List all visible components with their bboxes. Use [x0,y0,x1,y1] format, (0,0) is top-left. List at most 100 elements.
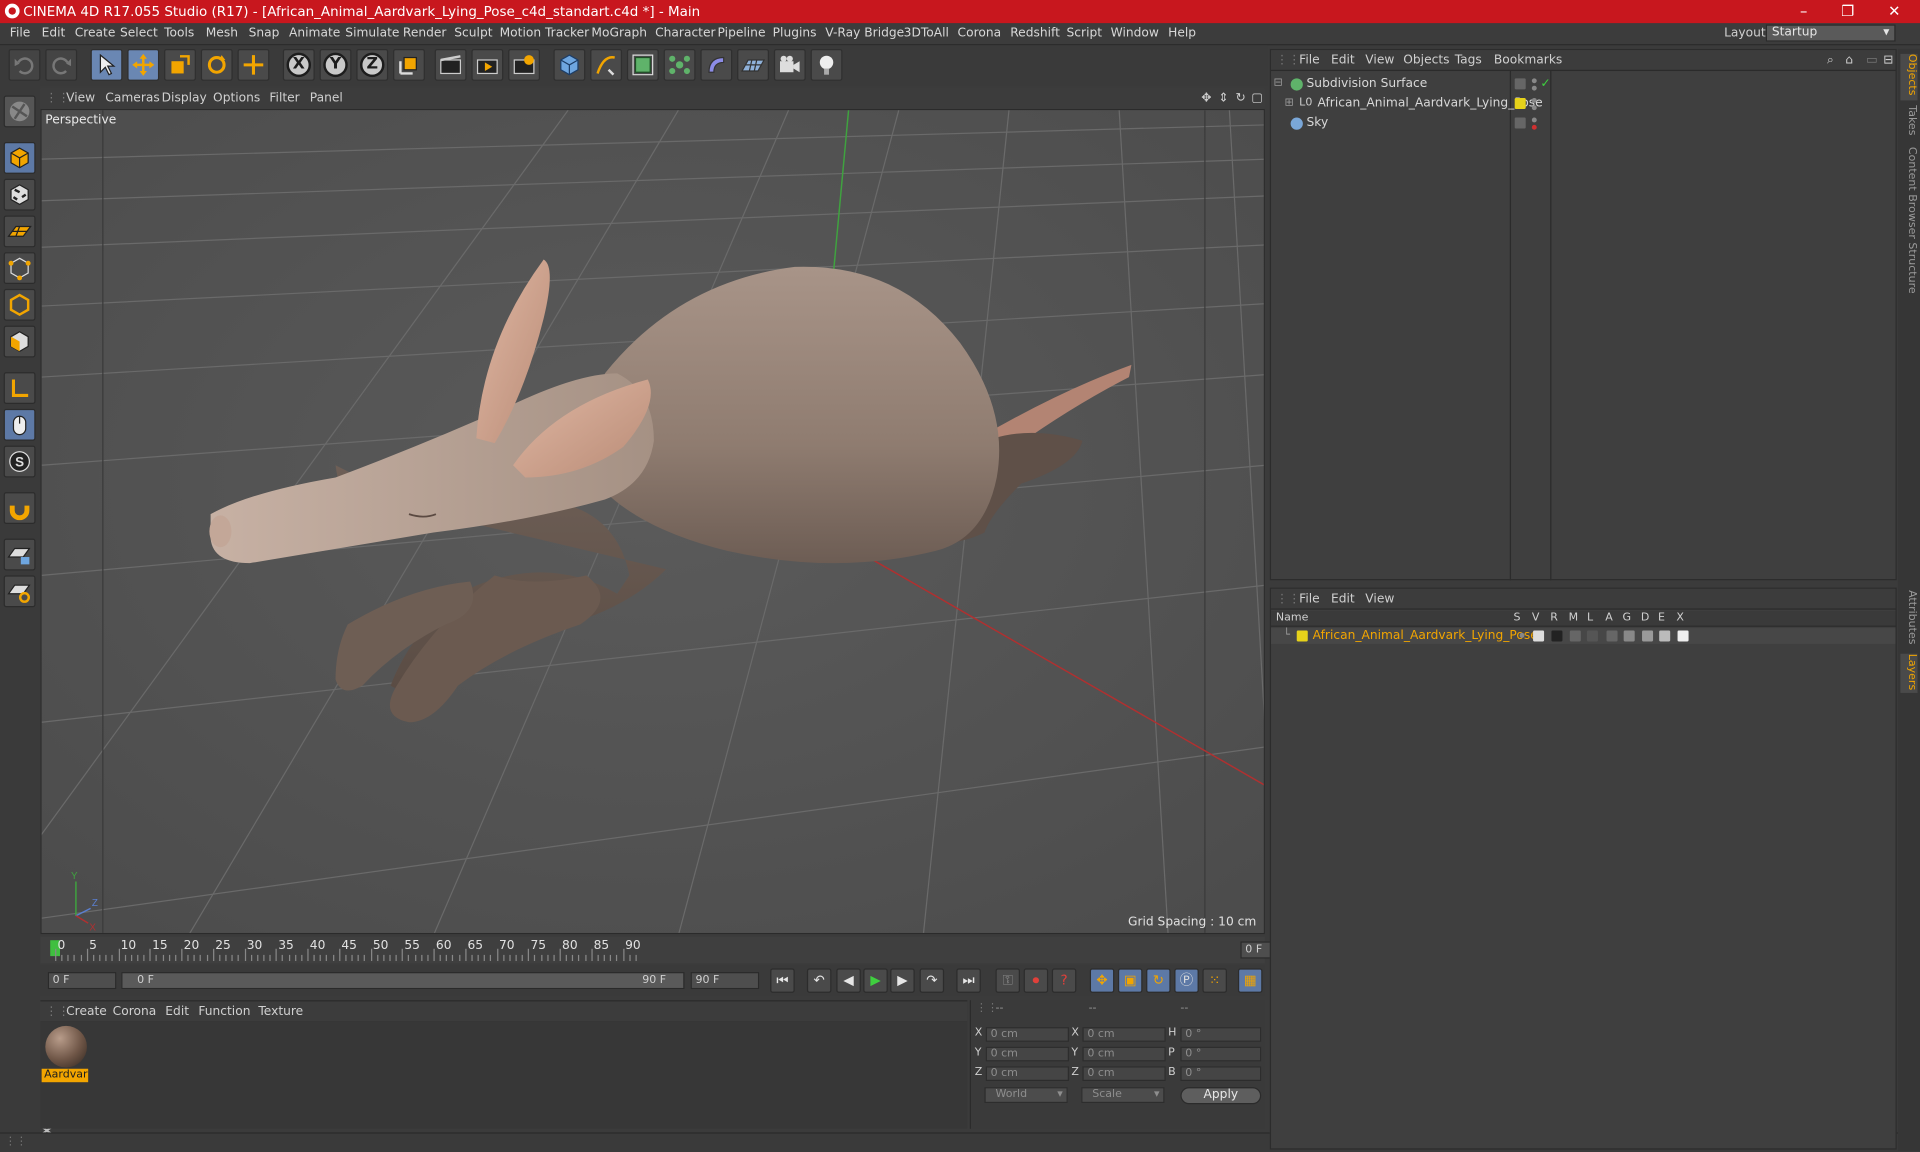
spline-pen-button[interactable] [590,48,623,81]
viewport-menu-options[interactable]: Options [213,92,260,105]
menu-create[interactable]: Create [75,27,116,40]
play-forward-button[interactable]: ▶ [863,968,888,993]
editor-visibility-dot[interactable] [1531,117,1537,123]
viewport-move-icon[interactable]: ✥ [1201,92,1211,105]
end-frame-field[interactable]: 90 F [690,972,760,990]
home-icon[interactable]: ⌂ [1845,54,1853,67]
enabled-check-icon[interactable]: ✓ [1540,77,1550,90]
layer-column-header[interactable]: G [1622,612,1631,624]
menu-file[interactable]: File [10,27,30,40]
layer-generators-icon[interactable] [1623,630,1635,642]
menu-pipeline[interactable]: Pipeline [718,27,766,40]
lock-icon[interactable]: ▭ [1866,54,1878,67]
undo-button[interactable] [8,48,41,81]
goto-prev-frame-button[interactable]: ◀ [836,968,861,993]
position-field[interactable]: 0 cm [985,1027,1069,1042]
material-menu-corona[interactable]: Corona [113,1005,157,1018]
layer-column-header[interactable]: V [1532,612,1540,624]
maximize-button[interactable]: ❐ [1829,1,1866,22]
enable-axis-button[interactable] [3,372,36,404]
object-row-subdivision-surface[interactable]: ⊟ Subdivision Surface ✓ [1271,75,1895,95]
frame-range-slider[interactable]: 0 F 90 F [121,972,685,990]
menu-redshift[interactable]: Redshift [1010,27,1060,40]
lm-menu-file[interactable]: File [1299,593,1319,606]
layer-locked-icon[interactable] [1586,630,1598,642]
keyframe-selection-button[interactable]: ? [1051,968,1077,993]
close-button[interactable]: ✕ [1876,1,1913,22]
size-field[interactable]: 0 cm [1082,1027,1166,1042]
viewport-menu-panel[interactable]: Panel [310,92,343,105]
coordinate-system-button[interactable] [393,48,425,81]
object-row-aardvark[interactable]: ⊞ L0 African_Animal_Aardvark_Lying_Pose [1271,94,1895,114]
menu-motion-tracker[interactable]: Motion Tracker [500,27,590,40]
move-tool-button[interactable] [127,48,160,81]
tab-structure[interactable]: Structure [1900,242,1917,293]
viewport-menu-view[interactable]: View [66,92,95,105]
menu-render[interactable]: Render [403,27,447,40]
collapse-icon[interactable]: ⊟ [1273,77,1282,89]
timeline-window-button[interactable]: ▦ [1237,968,1263,993]
key-parameter-button[interactable]: Ⓟ [1174,968,1199,993]
layer-column-header[interactable]: E [1658,612,1665,624]
points-mode-button[interactable] [3,252,36,285]
menu-simulate[interactable]: Simulate [345,27,399,40]
goto-start-button[interactable]: ⏮ [770,968,795,993]
om-menu-tags[interactable]: Tags [1455,54,1482,67]
scale-tool-button[interactable] [164,48,196,81]
coordinate-space-dropdown[interactable]: World ▾ [984,1087,1068,1104]
x-axis-button[interactable]: X [282,48,315,81]
magnet-button[interactable] [3,492,36,524]
transform-mode-dropdown[interactable]: Scale ▾ [1081,1087,1165,1104]
layer-tag-icon[interactable] [1514,78,1526,90]
tab-content-browser[interactable]: Content Browser [1900,147,1917,239]
record-keys-button[interactable]: ⚿ [995,968,1021,993]
material-menu-function[interactable]: Function [198,1005,250,1018]
menu-snap[interactable]: Snap [249,27,280,40]
goto-prev-key-button[interactable]: ↶ [806,968,832,993]
viewport-menu-filter[interactable]: Filter [269,92,299,105]
layer-column-header[interactable]: S [1513,612,1520,624]
menu-script[interactable]: Script [1067,27,1103,40]
tab-attributes[interactable]: Attributes [1900,590,1917,649]
layer-column-header[interactable]: X [1676,612,1684,624]
rotation-field[interactable]: 0 ° [1180,1027,1262,1042]
key-rotation-button[interactable]: ↻ [1146,968,1171,993]
viewport-menu-cameras[interactable]: Cameras [105,92,159,105]
locked-workplane-button[interactable] [3,538,36,571]
mograph-cloner-button[interactable] [663,48,696,81]
layer-column-header[interactable]: A [1605,612,1613,624]
layer-animation-icon[interactable] [1606,630,1618,642]
make-editable-button[interactable] [3,95,36,128]
menu-window[interactable]: Window [1111,27,1159,40]
viewport-zoom-icon[interactable]: ⇕ [1218,92,1228,105]
om-menu-edit[interactable]: Edit [1331,54,1355,67]
layer-solo-toggle[interactable] [1519,632,1525,638]
layer-column-header[interactable]: Name [1276,612,1309,624]
live-selection-button[interactable] [90,48,123,81]
menu-3dtoall[interactable]: 3DToAll [904,27,949,40]
render-picture-viewer-button[interactable] [471,48,504,81]
menu-corona[interactable]: Corona [958,27,1002,40]
menu-character[interactable]: Character [655,27,715,40]
object-row-sky[interactable]: Sky [1271,114,1895,134]
layer-tag-icon[interactable] [1514,117,1526,129]
menu-mograph[interactable]: MoGraph [591,27,647,40]
menu-vray-bridge[interactable]: V-Ray Bridge [825,27,904,40]
position-field[interactable]: 0 cm [985,1066,1069,1081]
menu-animate[interactable]: Animate [289,27,340,40]
editor-visibility-dot[interactable] [1531,78,1537,84]
edges-mode-button[interactable] [3,288,36,321]
lm-menu-edit[interactable]: Edit [1331,593,1355,606]
model-mode-button[interactable] [3,142,36,174]
cube-object-button[interactable] [553,48,586,81]
rotation-field[interactable]: 0 ° [1180,1046,1262,1062]
layer-column-header[interactable]: R [1550,612,1558,624]
menu-mesh[interactable]: Mesh [206,27,238,40]
om-menu-view[interactable]: View [1365,54,1394,67]
goto-next-frame-button[interactable]: ▶ [890,968,915,993]
key-scale-button[interactable]: ▣ [1117,968,1143,993]
layer-column-header[interactable]: D [1641,612,1649,624]
menu-tools[interactable]: Tools [164,27,194,40]
render-settings-button[interactable] [508,48,541,81]
tweak-mode-button[interactable] [3,408,36,441]
